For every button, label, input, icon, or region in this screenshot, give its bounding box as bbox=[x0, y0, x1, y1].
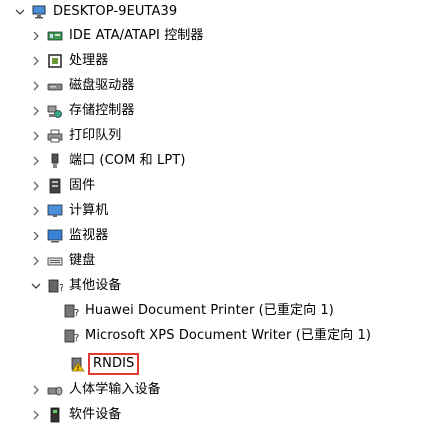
tree-item-label: 端口 (COM 和 LPT) bbox=[69, 153, 186, 168]
software-device-icon bbox=[47, 407, 63, 423]
tree-item-label: 计算机 bbox=[69, 203, 109, 218]
tree-child-huawei-document-printer[interactable]: ? Huawei Document Printer (已重定向 1) bbox=[58, 299, 334, 323]
chevron-right-icon[interactable] bbox=[30, 149, 42, 173]
tree-item-other-devices[interactable]: ? 其他设备 bbox=[30, 274, 121, 298]
tree-item-label: 固件 bbox=[69, 178, 96, 193]
device-tree: DESKTOP-9EUTA39 IDE ATA/ATAPI 控制器 处理器 磁盘… bbox=[0, 0, 439, 432]
tree-item-storage-controllers[interactable]: 存储控制器 bbox=[30, 99, 135, 123]
tree-child-label: RNDIS bbox=[88, 353, 140, 375]
chevron-right-icon[interactable] bbox=[30, 74, 42, 98]
chevron-right-icon[interactable] bbox=[30, 174, 42, 198]
tree-item-keyboards[interactable]: 键盘 bbox=[30, 249, 95, 273]
chevron-right-icon[interactable] bbox=[30, 403, 42, 427]
disk-drive-icon bbox=[47, 78, 63, 94]
computer-icon bbox=[47, 203, 63, 219]
tree-item-label: 键盘 bbox=[69, 253, 96, 268]
unknown-device-icon: ? bbox=[63, 328, 79, 344]
processor-icon bbox=[47, 53, 63, 69]
ide-controller-icon bbox=[47, 28, 63, 44]
tree-item-disk-drives[interactable]: 磁盘驱动器 bbox=[30, 74, 135, 98]
tree-item-label: 其他设备 bbox=[69, 278, 122, 293]
hid-icon bbox=[47, 382, 63, 398]
chevron-right-icon[interactable] bbox=[30, 199, 42, 223]
tree-item-label: 打印队列 bbox=[69, 128, 122, 143]
chevron-right-icon[interactable] bbox=[30, 24, 42, 48]
monitor-icon bbox=[47, 228, 63, 244]
printer-icon bbox=[47, 128, 63, 144]
tree-item-label: 人体学输入设备 bbox=[69, 382, 161, 397]
tree-item-label: 处理器 bbox=[69, 53, 109, 68]
tree-item-label: 存储控制器 bbox=[69, 103, 135, 118]
svg-text:?: ? bbox=[59, 283, 63, 294]
tree-item-monitors[interactable]: 监视器 bbox=[30, 224, 108, 248]
tree-item-computer[interactable]: 计算机 bbox=[30, 199, 108, 223]
computer-icon bbox=[31, 4, 47, 20]
firmware-icon bbox=[47, 178, 63, 194]
keyboard-icon bbox=[47, 253, 63, 269]
tree-child-microsoft-xps-document-writer[interactable]: ? Microsoft XPS Document Writer (已重定向 1) bbox=[58, 324, 371, 348]
tree-item-label: 监视器 bbox=[69, 228, 109, 243]
tree-item-ide-ata-atapi[interactable]: IDE ATA/ATAPI 控制器 bbox=[30, 24, 204, 48]
chevron-down-icon[interactable] bbox=[30, 274, 42, 298]
tree-child-label: Microsoft XPS Document Writer (已重定向 1) bbox=[85, 328, 372, 343]
tree-root-label: DESKTOP-9EUTA39 bbox=[53, 4, 178, 19]
svg-text:?: ? bbox=[74, 308, 79, 319]
unknown-device-icon: ? bbox=[47, 278, 63, 294]
tree-item-hid[interactable]: 人体学输入设备 bbox=[30, 378, 161, 402]
tree-item-label: 软件设备 bbox=[69, 407, 122, 422]
tree-item-print-queues[interactable]: 打印队列 bbox=[30, 124, 121, 148]
warning-device-icon bbox=[70, 356, 86, 372]
tree-item-ports[interactable]: 端口 (COM 和 LPT) bbox=[30, 149, 186, 173]
port-icon bbox=[47, 153, 63, 169]
storage-controller-icon bbox=[47, 103, 63, 119]
chevron-down-icon[interactable] bbox=[14, 0, 26, 24]
tree-child-label: Huawei Document Printer (已重定向 1) bbox=[85, 303, 334, 318]
chevron-right-icon[interactable] bbox=[30, 124, 42, 148]
chevron-right-icon[interactable] bbox=[30, 49, 42, 73]
tree-item-processor[interactable]: 处理器 bbox=[30, 49, 108, 73]
tree-item-software-devices[interactable]: 软件设备 bbox=[30, 403, 121, 427]
unknown-device-icon: ? bbox=[63, 303, 79, 319]
tree-item-firmware[interactable]: 固件 bbox=[30, 174, 95, 198]
tree-child-rndis[interactable]: RNDIS bbox=[70, 352, 140, 376]
tree-item-label: 磁盘驱动器 bbox=[69, 78, 135, 93]
chevron-right-icon[interactable] bbox=[30, 99, 42, 123]
chevron-right-icon[interactable] bbox=[30, 378, 42, 402]
tree-item-label: IDE ATA/ATAPI 控制器 bbox=[69, 28, 204, 43]
chevron-right-icon[interactable] bbox=[30, 224, 42, 248]
chevron-right-icon[interactable] bbox=[30, 249, 42, 273]
svg-text:?: ? bbox=[74, 333, 79, 344]
tree-root[interactable]: DESKTOP-9EUTA39 bbox=[14, 0, 177, 24]
